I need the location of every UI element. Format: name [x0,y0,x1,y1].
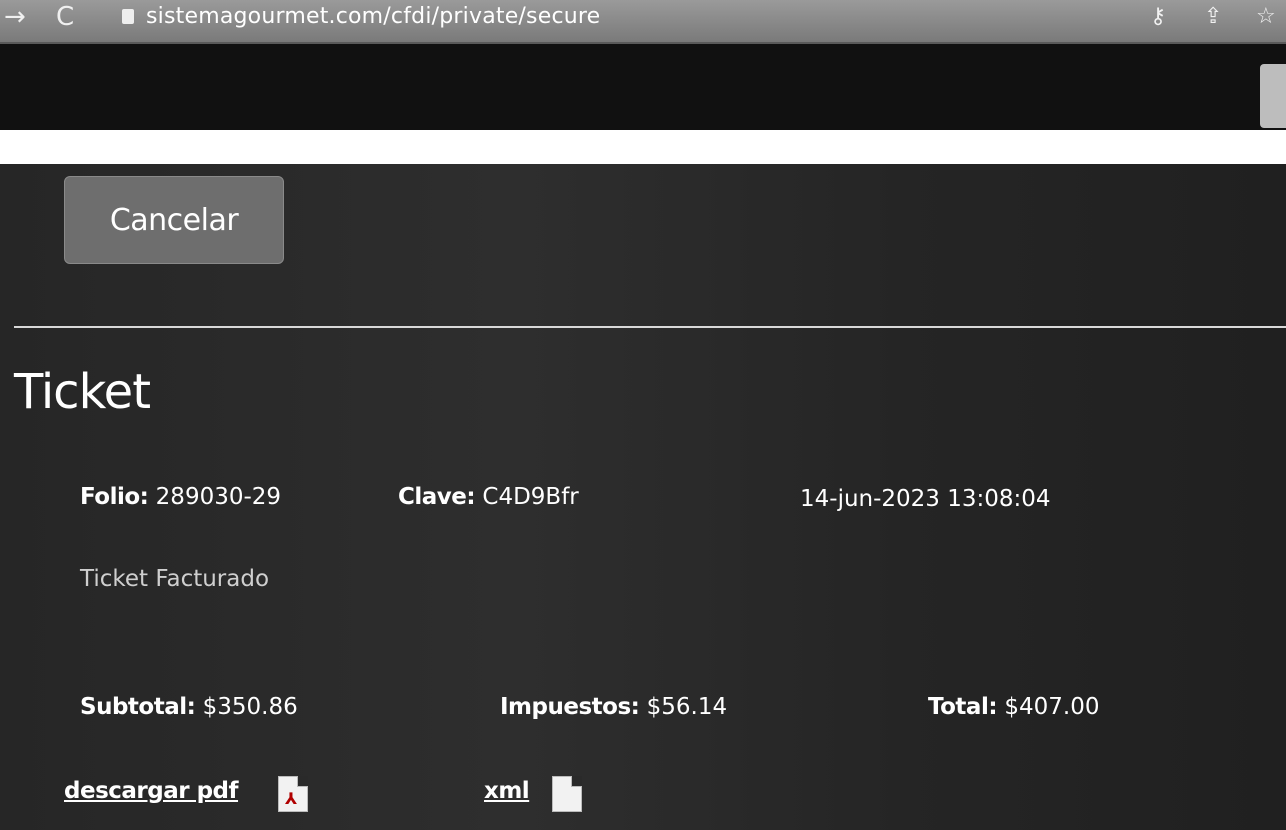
ticket-panel: Cancelar Ticket Folio: 289030-29 Clave: … [0,164,1286,830]
subtotal-value: $350.86 [202,694,298,720]
ticket-status: Ticket Facturado [80,566,270,592]
ticket-datetime: 14-jun-2023 13:08:04 [800,486,1051,512]
key-icon[interactable]: ⚷ [1150,4,1166,29]
xml-file-icon[interactable] [552,776,582,812]
lock-icon[interactable] [122,9,134,24]
folio-field: Folio: 289030-29 [80,484,281,510]
impuestos-label: Impuestos: [500,694,640,720]
divider [14,326,1286,328]
pdf-file-icon[interactable]: ⅄ [278,776,308,812]
clave-value: C4D9Bfr [482,484,579,510]
impuestos-field: Impuestos: $56.14 [500,694,727,720]
subtotal-field: Subtotal: $350.86 [80,694,298,720]
reload-icon[interactable]: C [56,2,74,32]
download-xml-link[interactable]: xml [484,778,530,804]
page-header-band [0,44,1286,130]
side-tab[interactable] [1260,64,1286,128]
folio-label: Folio: [80,484,149,510]
header-gap [0,130,1286,164]
browser-address-bar: → C sistemagourmet.com/cfdi/private/secu… [0,0,1286,44]
total-value: $407.00 [1004,694,1100,720]
url-field[interactable]: sistemagourmet.com/cfdi/private/secure [146,4,600,29]
total-label: Total: [928,694,998,720]
clave-label: Clave: [398,484,476,510]
folio-value: 289030-29 [155,484,282,510]
impuestos-value: $56.14 [646,694,728,720]
pdf-symbol-icon: ⅄ [285,789,298,808]
star-icon[interactable]: ☆ [1256,4,1276,29]
back-icon[interactable]: → [4,2,26,32]
total-field: Total: $407.00 [928,694,1099,720]
cancel-button[interactable]: Cancelar [64,176,284,264]
clave-field: Clave: C4D9Bfr [398,484,579,510]
share-icon[interactable]: ⇪ [1204,4,1222,29]
page-title: Ticket [14,364,151,420]
subtotal-label: Subtotal: [80,694,196,720]
download-pdf-link[interactable]: descargar pdf [64,778,239,804]
